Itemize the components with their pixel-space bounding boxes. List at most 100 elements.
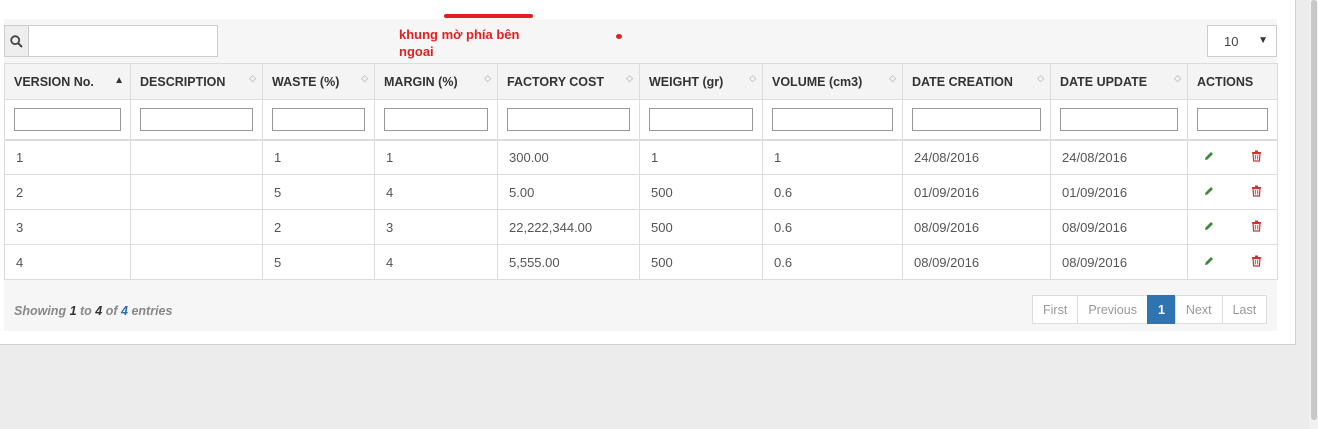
cell-factory-cost: 300.00 (497, 139, 640, 175)
cell-margin: 1 (374, 139, 498, 175)
pencil-icon[interactable] (1203, 150, 1215, 165)
annotation-dot (616, 34, 622, 39)
column-header-waste[interactable]: WASTE (%) ◇ (262, 63, 375, 100)
trash-icon[interactable] (1251, 220, 1262, 235)
filter-cell (762, 99, 903, 141)
trash-icon[interactable] (1251, 255, 1262, 270)
filter-cell (262, 99, 375, 141)
cell-weight: 500 (639, 174, 763, 210)
column-header-date-update[interactable]: DATE UPDATE ◇ (1050, 63, 1188, 100)
filter-volume-input[interactable] (772, 107, 893, 131)
column-header-volume[interactable]: VOLUME (cm3) ◇ (762, 63, 903, 100)
column-header-weight[interactable]: WEIGHT (gr) ◇ (639, 63, 763, 100)
search-icon[interactable] (5, 26, 29, 56)
column-header-margin[interactable]: MARGIN (%) ◇ (374, 63, 498, 100)
filter-date-update-input[interactable] (1060, 107, 1178, 131)
cell-description (130, 244, 263, 280)
cell-date-update: 01/09/2016 (1050, 174, 1188, 210)
annotation-underline (444, 14, 533, 18)
sort-icon: ◇ (749, 73, 756, 83)
next-page-button[interactable]: Next (1174, 295, 1223, 324)
first-page-button[interactable]: First (1032, 295, 1079, 324)
table-row: 1 1 1 300.00 1 1 24/08/2016 24/08/2016 (4, 139, 1278, 175)
sort-asc-icon: ▲ (114, 75, 124, 86)
current-page-button[interactable]: 1 (1146, 295, 1176, 324)
last-page-button[interactable]: Last (1221, 295, 1268, 324)
column-header-date-creation[interactable]: DATE CREATION ◇ (902, 63, 1051, 100)
filter-actions-input[interactable] (1197, 107, 1268, 131)
trash-icon[interactable] (1251, 185, 1262, 200)
chevron-down-icon: ▼ (1258, 35, 1268, 46)
filter-cell (639, 99, 763, 141)
cell-date-update: 08/09/2016 (1050, 244, 1188, 280)
filter-cell (1050, 99, 1188, 141)
cell-margin: 4 (374, 174, 498, 210)
cell-actions (1187, 139, 1278, 175)
filter-margin-input[interactable] (384, 107, 488, 131)
cell-date-creation: 08/09/2016 (902, 244, 1051, 280)
info-from: 1 (69, 304, 77, 318)
scrollbar-thumb[interactable] (1311, 0, 1317, 420)
sort-icon: ◇ (249, 73, 256, 83)
pagination: First Previous 1 Next Last (1032, 295, 1268, 324)
cell-date-creation: 01/09/2016 (902, 174, 1051, 210)
filter-weight-input[interactable] (649, 107, 753, 131)
cell-volume: 0.6 (762, 209, 903, 245)
pencil-icon[interactable] (1203, 255, 1215, 270)
cell-waste: 1 (262, 139, 375, 175)
cell-weight: 500 (639, 209, 763, 245)
cell-margin: 4 (374, 244, 498, 280)
cell-description (130, 174, 263, 210)
filter-cell (130, 99, 263, 141)
search-group (4, 25, 218, 57)
cell-version: 1 (4, 139, 131, 175)
cell-version: 3 (4, 209, 131, 245)
cell-factory-cost: 5.00 (497, 174, 640, 210)
cell-factory-cost: 5,555.00 (497, 244, 640, 280)
cell-volume: 0.6 (762, 244, 903, 280)
page-length-select[interactable]: 10 ▼ (1207, 25, 1277, 57)
pencil-icon[interactable] (1203, 220, 1215, 235)
previous-page-button[interactable]: Previous (1077, 295, 1148, 324)
cell-waste: 2 (262, 209, 375, 245)
sort-icon: ◇ (361, 73, 368, 83)
column-header-actions: ACTIONS (1187, 63, 1278, 100)
cell-weight: 1 (639, 139, 763, 175)
column-header-description[interactable]: DESCRIPTION ◇ (130, 63, 263, 100)
table-row: 2 5 4 5.00 500 0.6 01/09/2016 01/09/2016 (4, 174, 1278, 210)
cell-version: 2 (4, 174, 131, 210)
info-total: 4 (121, 304, 128, 318)
cell-weight: 500 (639, 244, 763, 280)
info-to: 4 (95, 304, 103, 318)
filter-waste-input[interactable] (272, 107, 365, 131)
search-input[interactable] (29, 26, 217, 56)
cell-date-creation: 24/08/2016 (902, 139, 1051, 175)
trash-icon[interactable] (1251, 150, 1262, 165)
cell-actions (1187, 174, 1278, 210)
column-header-version[interactable]: VERSION No. ▲ (4, 63, 131, 100)
pencil-icon[interactable] (1203, 185, 1215, 200)
cell-factory-cost: 22,222,344.00 (497, 209, 640, 245)
cell-waste: 5 (262, 174, 375, 210)
filter-factory-cost-input[interactable] (507, 107, 630, 131)
sort-icon: ◇ (626, 73, 633, 83)
page-length-value: 10 (1224, 33, 1239, 49)
filter-cell (902, 99, 1051, 141)
filter-cell (4, 99, 131, 141)
cell-volume: 0.6 (762, 174, 903, 210)
table-info: Showing 1 to 4 of 4 entries (14, 304, 173, 318)
sort-icon: ◇ (889, 73, 896, 83)
filter-cell (1187, 99, 1278, 141)
filter-date-creation-input[interactable] (912, 107, 1041, 131)
cell-description (130, 209, 263, 245)
sort-icon: ◇ (484, 73, 491, 83)
cell-description (130, 139, 263, 175)
filter-version-input[interactable] (14, 107, 121, 131)
cell-volume: 1 (762, 139, 903, 175)
column-header-factory-cost[interactable]: FACTORY COST ◇ (497, 63, 640, 100)
cell-margin: 3 (374, 209, 498, 245)
filter-description-input[interactable] (140, 107, 253, 131)
annotation-text: khung mờ phía bên ngoai (399, 27, 520, 59)
table-row: 4 5 4 5,555.00 500 0.6 08/09/2016 08/09/… (4, 244, 1278, 280)
filter-cell (374, 99, 498, 141)
